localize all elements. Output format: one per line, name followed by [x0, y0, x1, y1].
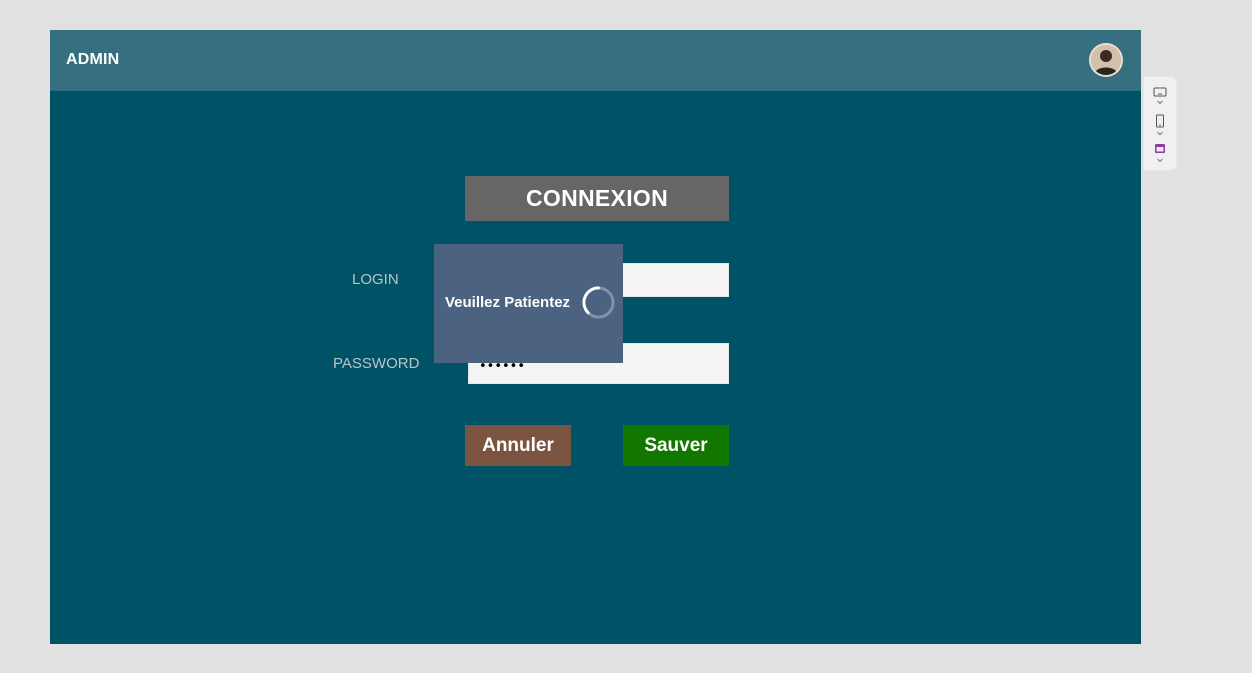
side-toolbar — [1143, 76, 1177, 171]
save-button[interactable]: Sauver — [623, 425, 729, 466]
phone-icon[interactable] — [1153, 114, 1167, 138]
calendar-icon[interactable] — [1153, 143, 1167, 167]
loading-spinner-icon — [582, 286, 615, 319]
user-avatar-icon — [1091, 45, 1121, 75]
cancel-button[interactable]: Annuler — [465, 425, 571, 466]
monitor-icon[interactable] — [1153, 87, 1167, 107]
app-window: ADMIN CONNEXION LOGIN PASSWORD •••••• An… — [50, 30, 1141, 644]
avatar[interactable] — [1089, 43, 1123, 77]
loading-overlay: Veuillez Patientez — [434, 244, 623, 363]
password-label: PASSWORD — [333, 355, 420, 372]
login-label: LOGIN — [352, 271, 399, 288]
login-title: CONNEXION — [465, 176, 729, 221]
app-title: ADMIN — [66, 51, 120, 68]
top-bar: ADMIN — [50, 30, 1141, 91]
loading-message: Veuillez Patientez — [445, 294, 571, 311]
